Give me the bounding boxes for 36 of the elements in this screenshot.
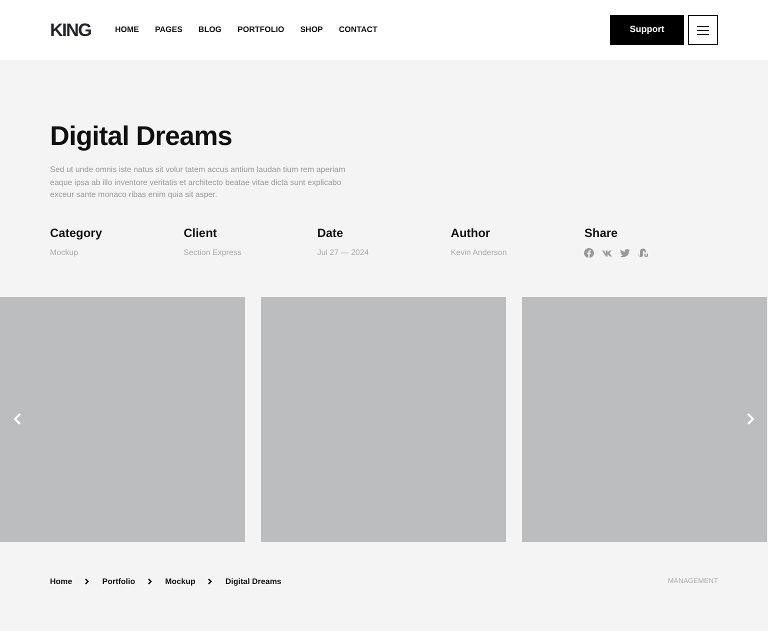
description: Sed ut unde omnis iste natus sit volur tatem accus antium laudan tium rem aperiam eaque ipsa ab illo inventore veritatis et architecto beatae vitae dicta sunt explicabo exceur sante monaco ribas enim quia sit asper. [50, 164, 346, 202]
nav-link[interactable]: SHOP [300, 24, 323, 36]
meta-label: Date [317, 224, 344, 242]
chevron-icon [147, 578, 154, 586]
chevron-icon [84, 578, 90, 586]
nav-link[interactable]: BLOG [198, 24, 222, 36]
share-link[interactable] [584, 248, 594, 258]
meta-label: Category [50, 224, 104, 242]
vk-icon [602, 248, 612, 258]
menu-icon [697, 26, 709, 34]
meta-value: Section Express [184, 246, 242, 259]
meta-label: Client [184, 224, 218, 242]
meta-value: Mockup [50, 246, 80, 259]
breadcrumb-link[interactable]: Portfolio [102, 576, 136, 588]
meta-value: Kevin Anderson [450, 246, 508, 259]
nav-link[interactable]: PORTFOLIO [238, 24, 284, 36]
meta-value: Jul 27 — 2024 [317, 246, 370, 259]
nav-link[interactable]: CONTACT [338, 24, 378, 36]
page-title: Digital Dreams [50, 120, 234, 152]
breadcrumb-link[interactable]: Digital Dreams [225, 576, 282, 588]
stumbleupon-icon [638, 248, 648, 258]
menu-button[interactable] [688, 15, 718, 45]
meta-label: Author [450, 224, 492, 242]
chevron-icon [207, 578, 214, 586]
breadcrumb-link[interactable]: Mockup [165, 576, 196, 588]
share-link[interactable] [602, 248, 612, 258]
nav-link[interactable]: HOME [115, 24, 139, 36]
support-button[interactable]: Support [610, 15, 684, 45]
facebook-icon [584, 248, 594, 258]
nav-link[interactable]: PAGES [155, 24, 182, 36]
share-link[interactable] [638, 248, 648, 258]
twitter-icon [620, 248, 630, 258]
logo[interactable]: KING [50, 21, 91, 39]
share-link[interactable] [620, 248, 630, 258]
meta-label: Share [584, 224, 619, 242]
breadcrumb-link[interactable]: Home [50, 576, 72, 588]
